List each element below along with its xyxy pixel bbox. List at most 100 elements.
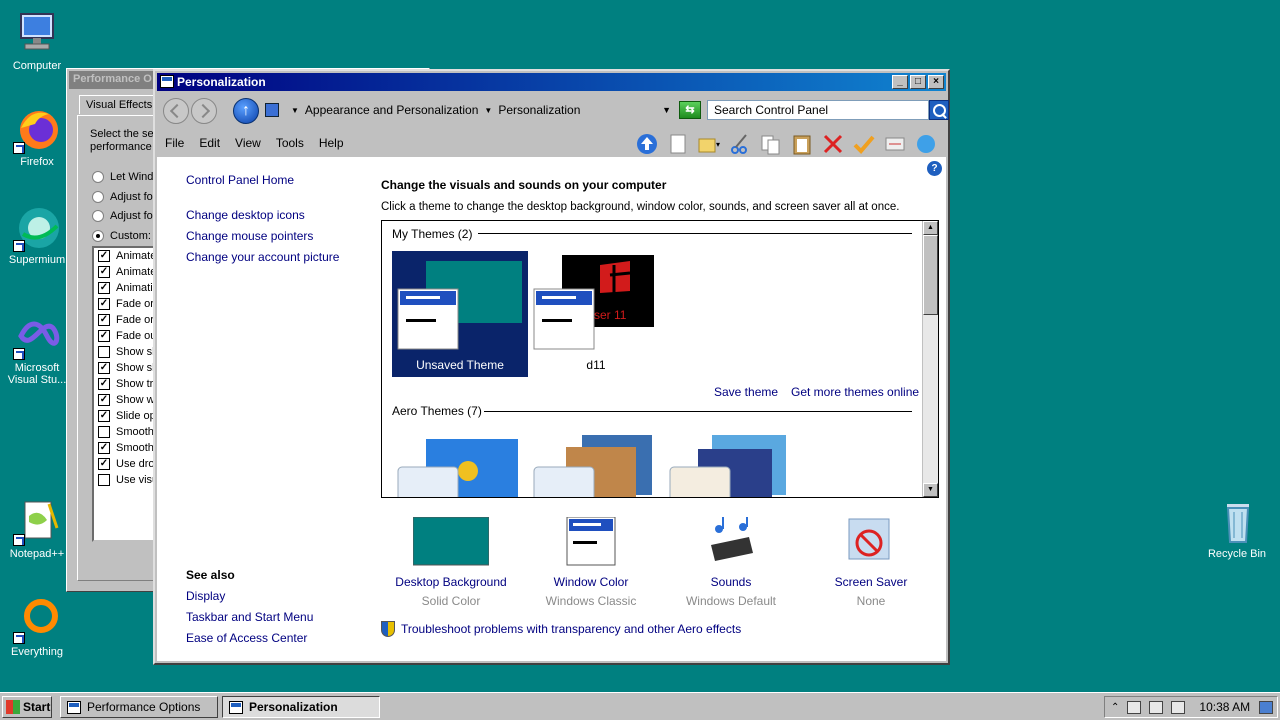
- flag-icon[interactable]: [1127, 700, 1142, 714]
- effect-checkbox-row[interactable]: ✓ Animate: [98, 266, 156, 278]
- checkbox[interactable]: ✓: [98, 250, 110, 262]
- properties-icon[interactable]: [883, 133, 907, 155]
- checkbox[interactable]: [98, 426, 110, 438]
- change-mouse-pointers-link[interactable]: Change mouse pointers: [186, 229, 313, 243]
- checkbox[interactable]: ✓: [98, 410, 110, 422]
- effect-checkbox-row[interactable]: ✓ Show w: [98, 394, 155, 406]
- desktop-icon-supermium[interactable]: Supermium: [0, 204, 74, 266]
- change-desktop-icons-link[interactable]: Change desktop icons: [186, 208, 305, 222]
- desktop-icon-recycle-bin[interactable]: Recycle Bin: [1200, 498, 1274, 560]
- aero-theme-architecture[interactable]: [532, 433, 658, 497]
- help-icon[interactable]: ?: [927, 161, 942, 176]
- theme-d11[interactable]: vser 11 d11: [532, 251, 660, 377]
- radio-button[interactable]: [92, 230, 104, 242]
- effect-checkbox-row[interactable]: ✓ Fade or: [98, 314, 154, 326]
- change-account-picture-link[interactable]: Change your account picture: [186, 250, 339, 264]
- checkbox[interactable]: ✓: [98, 266, 110, 278]
- effect-checkbox-row[interactable]: ✓ Use dro: [98, 458, 155, 470]
- effect-checkbox-row[interactable]: ✓ Show tr: [98, 378, 153, 390]
- window-color-item[interactable]: Window Color Windows Classic: [521, 516, 661, 608]
- checkbox[interactable]: ✓: [98, 298, 110, 310]
- checkbox[interactable]: ✓: [98, 314, 110, 326]
- effect-checkbox-row[interactable]: Show sh: [98, 346, 158, 358]
- back-button[interactable]: [163, 98, 189, 124]
- radio-button[interactable]: [92, 210, 104, 222]
- tray-expand-icon[interactable]: ⌃: [1111, 702, 1119, 713]
- clock[interactable]: 10:38 AM: [1199, 700, 1250, 714]
- checkbox[interactable]: ✓: [98, 442, 110, 454]
- personalization-window[interactable]: Personalization _ □ × ↑ ▼ Appearance and…: [153, 69, 950, 665]
- troubleshoot-link[interactable]: Troubleshoot problems with transparency …: [381, 621, 741, 637]
- themes-list[interactable]: My Themes (2) Unsaved Theme vser 11 d11 …: [381, 220, 939, 498]
- close-button[interactable]: ×: [928, 75, 944, 89]
- menu-view[interactable]: View: [227, 136, 268, 150]
- tab-visual-effects[interactable]: Visual Effects: [79, 95, 160, 114]
- copy-icon[interactable]: [759, 133, 783, 155]
- address-dropdown-icon[interactable]: ▼: [662, 105, 671, 115]
- start-button[interactable]: Start: [2, 696, 52, 718]
- aero-theme-windows[interactable]: [396, 437, 522, 497]
- forward-button[interactable]: [191, 98, 217, 124]
- checkmark-icon[interactable]: [852, 133, 876, 155]
- effect-checkbox-row[interactable]: Use visu: [98, 474, 158, 486]
- effect-checkbox-row[interactable]: ✓ Fade or: [98, 298, 154, 310]
- page-icon[interactable]: [666, 133, 690, 155]
- effect-checkbox-row[interactable]: ✓ Fade ou: [98, 330, 156, 342]
- desktop-icon-visual-studio[interactable]: Microsoft Visual Stu...: [0, 312, 74, 386]
- effect-checkbox-row[interactable]: ✓ Animati: [98, 282, 153, 294]
- scroll-thumb[interactable]: [923, 235, 938, 315]
- refresh-button[interactable]: ⇆: [679, 101, 701, 119]
- checkbox[interactable]: [98, 346, 110, 358]
- save-theme-link[interactable]: Save theme: [714, 385, 778, 399]
- network-icon[interactable]: [1149, 700, 1164, 714]
- aero-theme-characters[interactable]: [668, 433, 794, 497]
- desktop-background-item[interactable]: Desktop Background Solid Color: [381, 516, 521, 608]
- checkbox[interactable]: ✓: [98, 458, 110, 470]
- breadcrumb-item[interactable]: Appearance and Personalization: [305, 103, 478, 117]
- views-icon[interactable]: [914, 133, 938, 155]
- control-panel-home-link[interactable]: Control Panel Home: [186, 173, 294, 187]
- screen-saver-item[interactable]: Screen Saver None: [801, 517, 941, 608]
- breadcrumb-item[interactable]: Personalization: [498, 103, 580, 117]
- show-desktop-icon[interactable]: [1259, 700, 1273, 714]
- get-more-themes-link[interactable]: Get more themes online: [791, 385, 919, 399]
- sounds-item[interactable]: Sounds Windows Default: [661, 517, 801, 608]
- menu-edit[interactable]: Edit: [191, 136, 227, 150]
- checkbox[interactable]: ✓: [98, 394, 110, 406]
- delete-icon[interactable]: [821, 133, 845, 155]
- menu-tools[interactable]: Tools: [268, 136, 311, 150]
- scroll-up-button[interactable]: ▲: [923, 221, 938, 235]
- radio-option[interactable]: Adjust fo: [92, 210, 153, 222]
- checkbox[interactable]: ✓: [98, 362, 110, 374]
- desktop-icon-computer[interactable]: Computer: [0, 10, 74, 72]
- checkbox[interactable]: ✓: [98, 330, 110, 342]
- desktop-icon-everything[interactable]: Everything: [0, 596, 74, 658]
- ease-of-access-link[interactable]: Ease of Access Center: [186, 631, 307, 645]
- breadcrumb-arrow-icon[interactable]: ▼: [291, 106, 299, 115]
- theme-unsaved[interactable]: Unsaved Theme: [392, 251, 528, 377]
- themes-scrollbar[interactable]: ▲ ▼: [922, 221, 938, 497]
- effect-checkbox-row[interactable]: ✓ Smooth: [98, 442, 154, 454]
- search-icon[interactable]: [929, 100, 949, 120]
- display-link[interactable]: Display: [186, 589, 225, 603]
- breadcrumb[interactable]: ▼ Appearance and Personalization ▼ Perso…: [265, 99, 671, 121]
- folders-icon[interactable]: ▾: [697, 133, 721, 155]
- radio-button[interactable]: [92, 191, 104, 203]
- radio-option[interactable]: Let Windo: [92, 171, 160, 183]
- effect-checkbox-row[interactable]: Smooth: [98, 426, 154, 438]
- paste-icon[interactable]: [790, 133, 814, 155]
- taskbar-start-menu-link[interactable]: Taskbar and Start Menu: [186, 610, 313, 624]
- menu-help[interactable]: Help: [311, 136, 351, 150]
- radio-button[interactable]: [92, 171, 104, 183]
- scroll-down-button[interactable]: ▼: [923, 483, 938, 497]
- up-folder-icon[interactable]: [635, 133, 659, 155]
- effect-checkbox-row[interactable]: ✓ Show sh: [98, 362, 158, 374]
- taskbar-button-performance-options[interactable]: Performance Options: [60, 696, 218, 718]
- effect-checkbox-row[interactable]: ✓ Slide op: [98, 410, 156, 422]
- desktop-icon-firefox[interactable]: Firefox: [0, 106, 74, 168]
- search-input[interactable]: Search Control Panel: [707, 100, 929, 120]
- checkbox[interactable]: ✓: [98, 378, 110, 390]
- minimize-button[interactable]: _: [892, 75, 908, 89]
- title-bar[interactable]: Personalization _ □ ×: [157, 73, 946, 91]
- radio-option[interactable]: Adjust fo: [92, 191, 153, 203]
